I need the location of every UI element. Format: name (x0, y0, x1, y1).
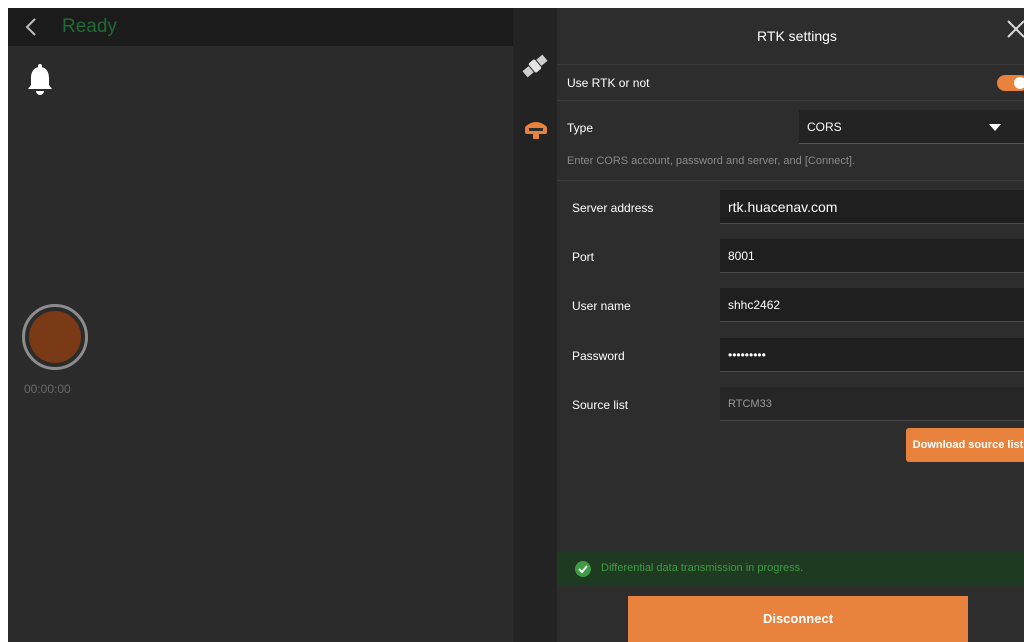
bell-icon[interactable] (24, 64, 56, 98)
rtk-receiver-icon[interactable] (523, 118, 549, 140)
use-rtk-label: Use RTK or not (567, 76, 650, 90)
divider (557, 64, 1024, 65)
tool-strip (513, 8, 557, 642)
user-name-input[interactable]: shhc2462 (720, 288, 1024, 322)
source-list-input[interactable]: RTCM33 (720, 387, 1024, 421)
panel-title: RTK settings (757, 28, 837, 44)
type-label: Type (567, 121, 594, 135)
satellite-icon[interactable] (519, 50, 551, 82)
user-name-label: User name (572, 299, 631, 313)
type-select[interactable]: CORS (799, 110, 1024, 144)
cors-hint: Enter CORS account, password and server,… (567, 155, 855, 167)
type-select-value: CORS (807, 120, 842, 134)
toggle-knob (1014, 77, 1024, 89)
rtk-settings-panel: RTK settings Use RTK or not Type CORS En… (557, 8, 1024, 642)
chevron-left-icon[interactable] (20, 15, 44, 39)
port-input[interactable]: 8001 (720, 239, 1024, 273)
caret-down-icon (989, 124, 1001, 131)
disconnect-button[interactable]: Disconnect (628, 596, 968, 642)
close-icon[interactable] (1005, 18, 1024, 40)
transmission-status-text: Differential data transmission in progre… (601, 562, 804, 574)
divider (557, 100, 1024, 101)
source-list-label: Source list (572, 398, 629, 412)
record-button[interactable] (22, 304, 88, 370)
password-input[interactable]: ••••••••• (720, 338, 1024, 372)
record-button-core (29, 311, 81, 363)
use-rtk-toggle[interactable] (997, 75, 1024, 91)
status-text: Ready (62, 16, 117, 37)
password-label: Password (572, 349, 625, 363)
port-label: Port (572, 250, 595, 264)
download-source-list-button[interactable]: Download source list (906, 428, 1024, 462)
app-window: Ready 00:00:00 RTK settings Use RTK or n… (8, 8, 1024, 642)
divider (557, 180, 1024, 181)
check-circle-icon (575, 561, 591, 577)
transmission-status-bar: Differential data transmission in progre… (557, 552, 1024, 586)
server-address-label: Server address (572, 201, 654, 215)
top-bar: Ready (8, 8, 513, 46)
server-address-input[interactable]: rtk.huacenav.com (720, 190, 1024, 224)
camera-pane: Ready 00:00:00 (8, 8, 513, 642)
record-timer: 00:00:00 (24, 382, 71, 396)
